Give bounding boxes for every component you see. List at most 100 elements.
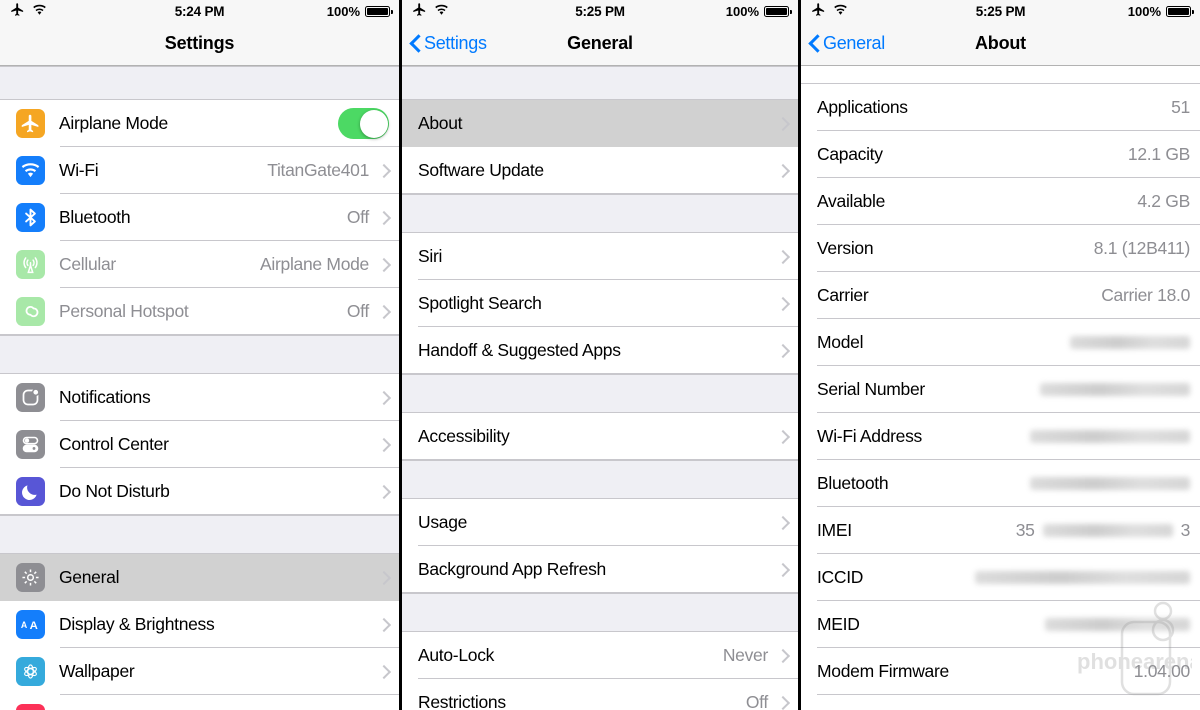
battery-icon [1166, 5, 1194, 17]
list-item-wifi-address[interactable]: Wi-Fi Address [801, 413, 1200, 460]
sidebar-item-personal-hotspot[interactable]: Personal Hotspot Off [0, 288, 399, 335]
sidebar-item-general[interactable]: General [0, 554, 399, 601]
chevron-right-icon [379, 570, 389, 586]
sidebar-item-airplane-mode[interactable]: Airplane Mode [0, 100, 399, 147]
back-button-general[interactable]: General [801, 33, 885, 54]
list-item-label: Serial Number [817, 379, 925, 399]
list-item-software-update[interactable]: Software Update [402, 147, 798, 194]
chevron-right-icon [778, 249, 788, 265]
list-item-restrictions[interactable]: Restrictions Off [402, 679, 798, 710]
chevron-right-icon [379, 484, 389, 500]
airplane-mode-toggle[interactable] [338, 108, 389, 139]
imei-prefix-value: 35 [1015, 520, 1035, 540]
sidebar-item-label: Display & Brightness [59, 614, 215, 634]
list-item-bluetooth[interactable]: Bluetooth [801, 460, 1200, 507]
list-item-usage[interactable]: Usage [402, 499, 798, 546]
list-item-label: Software Update [418, 160, 544, 180]
list-item-applications[interactable]: Applications 51 [801, 84, 1200, 131]
notifications-icon [16, 383, 45, 412]
sidebar-item-sounds[interactable]: Sounds [0, 695, 399, 710]
airplane-icon [16, 109, 45, 138]
list-item-background-app-refresh[interactable]: Background App Refresh [402, 546, 798, 593]
chevron-right-icon [379, 163, 389, 179]
list-item-modem-firmware[interactable]: Modem Firmware 1.04.00 [801, 648, 1200, 695]
list-item-label: Auto-Lock [418, 645, 495, 665]
back-button-label: Settings [424, 33, 487, 53]
list-item-auto-lock[interactable]: Auto-Lock Never [402, 632, 798, 679]
list-item-iccid[interactable]: ICCID [801, 554, 1200, 601]
general-group-usage: Usage Background App Refresh [402, 499, 798, 593]
meid-value-redacted [1045, 618, 1190, 631]
back-button-settings[interactable]: Settings [402, 33, 487, 54]
battery-percent: 100% [725, 3, 759, 19]
sidebar-item-control-center[interactable]: Control Center [0, 421, 399, 468]
list-item-carrier[interactable]: Carrier Carrier 18.0 [801, 272, 1200, 319]
list-item-label: Handoff & Suggested Apps [418, 340, 621, 360]
general-group-services: Siri Spotlight Search Handoff & Suggeste… [402, 233, 798, 374]
imei-value-redacted [1042, 524, 1173, 537]
chevron-right-icon [379, 664, 389, 680]
settings-list[interactable]: Airplane Mode Wi-Fi TitanGate401 Bluetoo… [0, 66, 399, 710]
list-item-serial-number[interactable]: Serial Number [801, 366, 1200, 413]
chevron-right-icon [778, 562, 788, 578]
list-item-label: IMEI [817, 520, 852, 540]
list-item-capacity[interactable]: Capacity 12.1 GB [801, 131, 1200, 178]
gear-icon [16, 563, 45, 592]
list-item-label: ICCID [817, 567, 864, 587]
sidebar-item-label: Control Center [59, 434, 169, 454]
settings-group-notifications: Notifications Control Center Do Not Dist… [0, 374, 399, 515]
auto-lock-value: Never [722, 645, 768, 665]
sidebar-item-label: Bluetooth [59, 207, 131, 227]
list-item-label: Modem Firmware [817, 661, 949, 681]
list-item-photos[interactable]: Photos 526 [801, 66, 1200, 84]
sidebar-item-label: Wallpaper [59, 661, 135, 681]
modem-firmware-value: 1.04.00 [1133, 661, 1191, 681]
list-item-meid[interactable]: MEID [801, 601, 1200, 648]
list-item-about[interactable]: About [402, 100, 798, 147]
list-item-label: Available [817, 191, 886, 211]
wallpaper-icon [16, 657, 45, 686]
group-gap [402, 593, 798, 632]
sidebar-item-display-brightness[interactable]: AA Display & Brightness [0, 601, 399, 648]
iccid-value-redacted [975, 571, 1190, 584]
sidebar-item-wifi[interactable]: Wi-Fi TitanGate401 [0, 147, 399, 194]
chevron-right-icon [778, 163, 788, 179]
bluetooth-value-redacted [1030, 477, 1190, 490]
list-item-handoff-suggested-apps[interactable]: Handoff & Suggested Apps [402, 327, 798, 374]
list-item-siri[interactable]: Siri [402, 233, 798, 280]
list-item-version[interactable]: Version 8.1 (12B411) [801, 225, 1200, 272]
sidebar-item-do-not-disturb[interactable]: Do Not Disturb [0, 468, 399, 515]
svg-text:A: A [30, 620, 38, 632]
sidebar-item-cellular[interactable]: Cellular Airplane Mode [0, 241, 399, 288]
display-brightness-icon: AA [16, 610, 45, 639]
list-item-available[interactable]: Available 4.2 GB [801, 178, 1200, 225]
wifi-address-value-redacted [1030, 430, 1190, 443]
general-list[interactable]: About Software Update Siri Spotlight Sea… [402, 66, 798, 710]
list-item-label: Siri [418, 246, 443, 266]
battery-percent: 100% [326, 3, 360, 19]
chevron-right-icon [379, 210, 389, 226]
chevron-right-icon [778, 515, 788, 531]
list-item-label: Capacity [817, 144, 883, 164]
group-gap [402, 460, 798, 499]
cellular-icon [16, 250, 45, 279]
nav-bar-settings: Settings [0, 22, 399, 66]
list-item-imei[interactable]: IMEI 35 3 [801, 507, 1200, 554]
list-item-accessibility[interactable]: Accessibility [402, 413, 798, 460]
sidebar-item-wallpaper[interactable]: Wallpaper [0, 648, 399, 695]
status-bar-general: 5:25 PM 100% [402, 0, 798, 22]
list-item-model[interactable]: Model [801, 319, 1200, 366]
sounds-icon [16, 704, 45, 710]
photos-count-value: 526 [1156, 66, 1185, 71]
group-gap [402, 66, 798, 100]
general-group-about: About Software Update [402, 100, 798, 194]
sidebar-item-bluetooth[interactable]: Bluetooth Off [0, 194, 399, 241]
chevron-right-icon [778, 695, 788, 710]
list-item-label: Wi-Fi Address [817, 426, 923, 446]
three-panel-screenshot: 5:24 PM 100% Settings Airplane Mode Wi-F… [0, 0, 1200, 710]
sidebar-item-notifications[interactable]: Notifications [0, 374, 399, 421]
list-item-label: Version [817, 238, 874, 258]
about-list[interactable]: Photos 526 Applications 51 Capacity 12.1… [801, 66, 1200, 710]
list-item-spotlight-search[interactable]: Spotlight Search [402, 280, 798, 327]
chevron-left-icon [410, 34, 421, 53]
